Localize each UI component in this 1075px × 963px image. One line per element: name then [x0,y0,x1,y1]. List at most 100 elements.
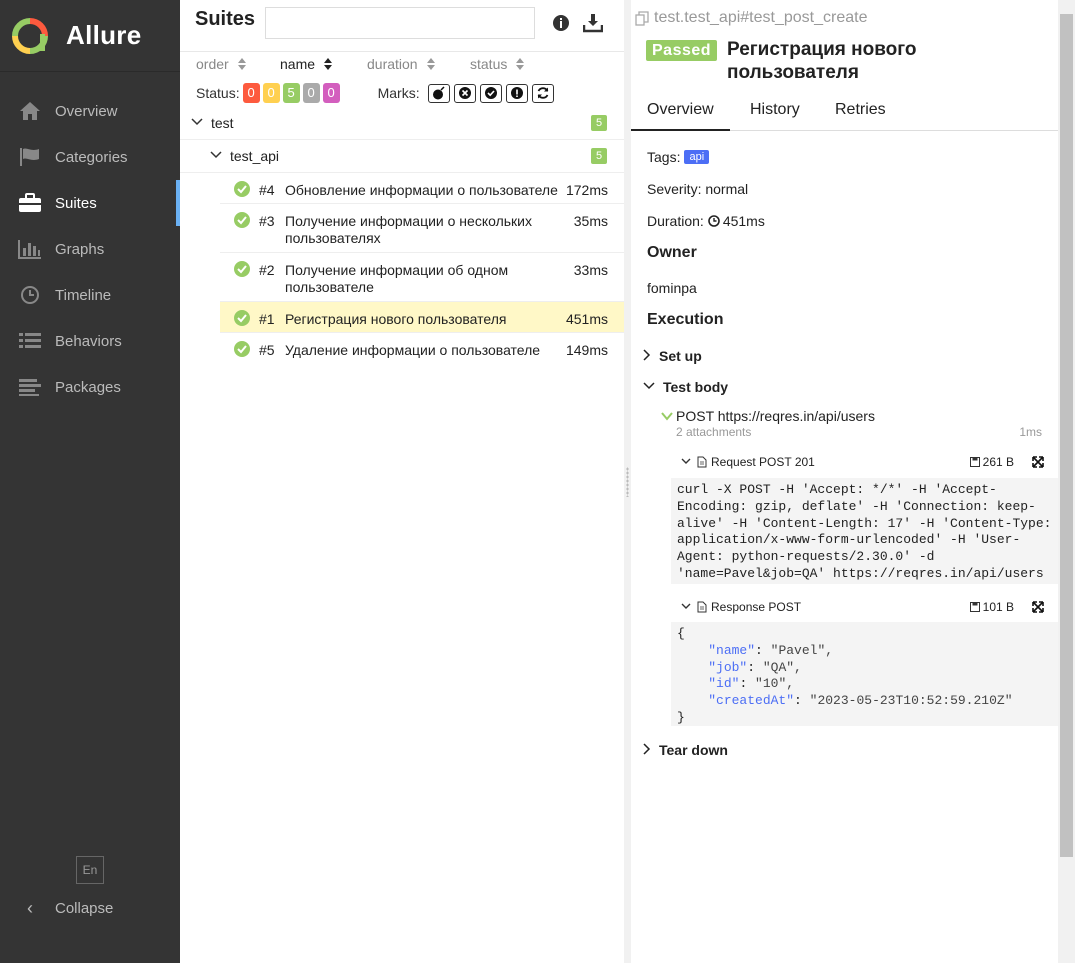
json-key: "name" [708,642,756,658]
sort-order[interactable]: order [196,56,247,72]
flag-icon [18,147,42,167]
test-number: #3 [259,213,275,229]
teardown-step[interactable]: Tear down [643,742,728,758]
step-label: Tear down [659,742,728,758]
chevron-right-icon [643,348,651,364]
test-row[interactable]: #3 Получение информации о нескольких пол… [220,204,624,253]
sort-name[interactable]: name [280,56,333,72]
sidebar-item-suites[interactable]: Suites [0,180,180,226]
tab-history[interactable]: History [750,101,800,119]
test-row[interactable]: #4 Обновление информации о пользователе … [220,173,624,204]
sidebar-item-packages[interactable]: Packages [0,364,180,410]
sidebar-item-timeline[interactable]: Timeline [0,272,180,318]
status-unknown-toggle[interactable]: 0 [322,83,340,103]
status-broken-toggle[interactable]: 0 [262,83,280,103]
json-value: "QA", [762,659,802,675]
tab-retries[interactable]: Retries [835,101,886,119]
owner-heading: Owner [647,244,697,261]
attachment-title: Response POST [711,600,802,614]
collapse-button[interactable]: ‹ Collapse [18,896,113,920]
page-title: Suites [195,8,256,30]
chevron-down-icon [209,150,223,162]
status-badge: Passed [646,40,718,61]
attachment-header[interactable]: Response POST 101 B [671,596,1058,618]
tree-group-test[interactable]: test 5 [180,107,624,140]
step-label: POST https://reqres.in/api/users [676,408,875,424]
bomb-icon[interactable] [427,83,450,103]
duration-row: Duration: 451ms [647,213,765,229]
sidebar-item-graphs[interactable]: Graphs [0,226,180,272]
execution-heading: Execution [647,311,724,328]
test-name: Удаление информации о пользователе [285,342,541,358]
json-value: "10", [755,676,795,692]
tab-overview[interactable]: Overview [631,101,730,131]
splitter-grip-icon[interactable] [626,467,629,497]
info-icon[interactable] [550,12,572,34]
language-button[interactable]: En [76,856,104,884]
setup-step[interactable]: Set up [643,348,702,364]
json-open: { [677,626,685,641]
sort-duration[interactable]: duration [367,56,436,72]
test-row[interactable]: #5 Удаление информации о пользователе 14… [220,333,624,364]
test-row[interactable]: #2 Получение информации об одном пользов… [220,253,624,302]
marks-label: Marks: [377,85,420,101]
suites-header: Suites [180,0,624,52]
sort-status[interactable]: status [470,56,525,72]
tree-group-test-api[interactable]: test_api 5 [180,140,624,173]
status-failed-toggle[interactable]: 0 [242,83,260,103]
expand-icon[interactable] [1032,456,1044,471]
chevron-down-icon [643,381,655,393]
scrollbar[interactable] [1058,0,1075,963]
severity-row: Severity: normal [647,181,749,197]
test-name: Получение информации о нескольких пользо… [285,213,532,246]
scrollbar-thumb[interactable] [1060,14,1073,857]
chevron-down-icon [681,457,691,468]
group-name: test_api [230,148,280,164]
download-icon[interactable] [582,12,604,34]
sidebar-item-label: Suites [55,194,97,212]
x-circle-icon[interactable] [453,83,476,103]
brand[interactable]: Allure [0,0,180,72]
test-row-selected[interactable]: #1 Регистрация нового пользователя 451ms [220,302,624,333]
request-step[interactable]: POST https://reqres.in/api/users [661,408,875,424]
app-name: Allure [66,20,142,50]
check-circle-icon[interactable] [479,83,502,103]
sidebar-item-overview[interactable]: Overview [0,88,180,134]
sidebar-item-label: Timeline [55,286,112,304]
json-key: "job" [708,659,748,675]
json-value: "2023-05-23T10:52:59.210Z" [809,693,1013,709]
duration-value: 451ms [722,213,765,229]
status-skipped-toggle[interactable]: 0 [302,83,320,103]
test-name: Обновление информации о пользователе [285,182,558,198]
retry-icon[interactable] [531,83,554,103]
test-number: #5 [259,342,275,358]
expand-icon[interactable] [1032,601,1044,616]
json-close: } [677,709,685,725]
test-path[interactable]: test.test_api#test_post_create [635,9,867,27]
copy-icon[interactable] [635,10,649,26]
step-label: Test body [663,379,729,395]
status-passed-toggle[interactable]: 5 [282,83,300,103]
sidebar-item-label: Behaviors [55,332,122,350]
sidebar-item-categories[interactable]: Categories [0,134,180,180]
test-duration: 172ms [565,182,608,198]
chevron-down-icon [661,411,673,421]
test-body-step[interactable]: Test body [643,379,728,395]
chevron-left-icon: ‹ [27,897,33,918]
chevron-down-icon [190,117,204,129]
sidebar-item-label: Graphs [55,240,105,258]
sidebar-item-behaviors[interactable]: Behaviors [0,318,180,364]
attachment-header[interactable]: Request POST 201 261 B [671,451,1058,473]
test-duration: 35ms [573,213,608,229]
exclamation-circle-icon[interactable] [505,83,528,103]
search-input[interactable] [265,7,535,39]
tag-badge[interactable]: api [684,150,710,164]
json-key: "createdAt" [708,693,795,709]
passed-check-icon [234,212,250,228]
sort-icon [237,57,247,71]
status-filter: Status: 0 0 5 0 0 Marks: [196,83,616,103]
file-icon [697,601,707,613]
passed-check-icon [234,181,250,197]
test-detail-pane: test.test_api#test_post_create Passed Ре… [631,0,1058,963]
sort-icon [515,57,525,71]
